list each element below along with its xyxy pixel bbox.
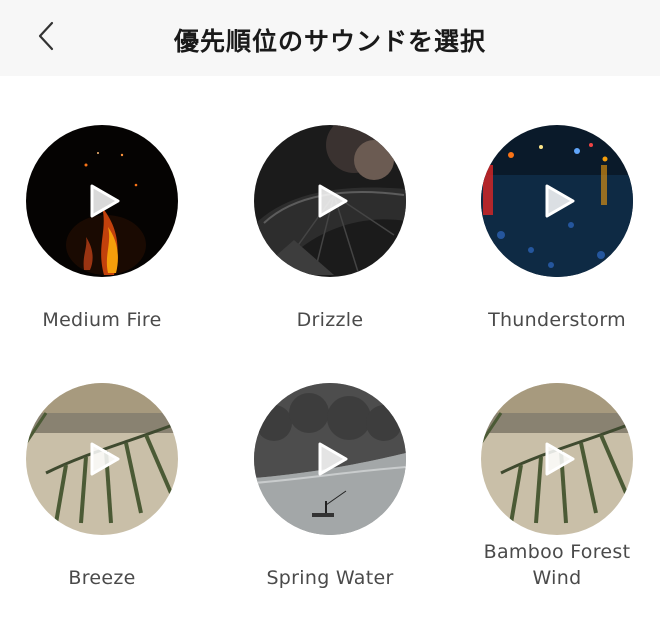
- play-icon[interactable]: [90, 442, 120, 476]
- sound-tile-medium-fire[interactable]: Medium Fire: [2, 125, 202, 333]
- sound-thumbnail: [26, 125, 178, 277]
- play-icon[interactable]: [318, 442, 348, 476]
- sound-thumbnail: [26, 383, 178, 535]
- header-bar: 優先順位のサウンドを選択: [0, 0, 660, 76]
- sound-tile-bamboo-forest-wind[interactable]: Bamboo Forest Wind: [457, 383, 657, 591]
- play-icon[interactable]: [545, 184, 575, 218]
- play-icon[interactable]: [90, 184, 120, 218]
- sound-label: Drizzle: [296, 309, 364, 331]
- sound-thumbnail: [481, 125, 633, 277]
- sound-thumbnail: [254, 383, 406, 535]
- sound-label: Thunderstorm: [488, 309, 626, 331]
- sound-label: Breeze: [68, 567, 136, 589]
- sound-label: Medium Fire: [42, 309, 162, 331]
- page-title: 優先順位のサウンドを選択: [173, 27, 486, 56]
- sound-thumbnail: [254, 125, 406, 277]
- sound-thumbnail: [481, 383, 633, 535]
- sound-label: Bamboo Forest Wind: [483, 541, 631, 589]
- play-icon[interactable]: [545, 442, 575, 476]
- play-icon[interactable]: [318, 184, 348, 218]
- sound-tile-drizzle[interactable]: Drizzle: [230, 125, 430, 333]
- sound-tile-breeze[interactable]: Breeze: [2, 383, 202, 591]
- sound-tile-thunderstorm[interactable]: Thunderstorm: [457, 125, 657, 333]
- sound-label: Spring Water: [266, 567, 394, 589]
- sound-tile-spring-water[interactable]: Spring Water: [230, 383, 430, 591]
